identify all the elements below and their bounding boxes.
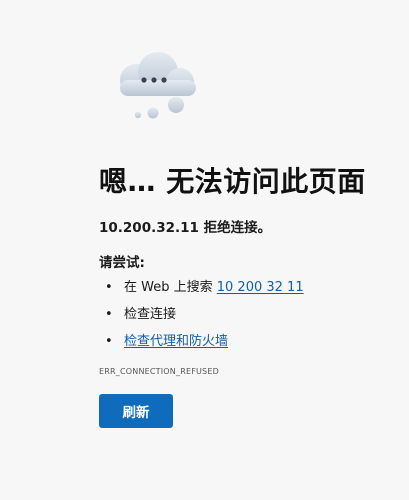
refresh-button[interactable]: 刷新 [99,394,173,428]
check-proxy-firewall-link[interactable]: 检查代理和防火墙 [124,334,228,349]
error-page: 嗯… 无法访问此页面 10.200.32.11 拒绝连接。 请尝试: • 在 W… [0,0,409,500]
sad-cloud-icon [120,52,196,119]
error-reason: 10.200.32.11 拒绝连接。 [99,220,272,236]
suggestion-search-prefix: 在 Web 上搜索 [124,280,217,295]
suggestion-check-proxy: • 检查代理和防火墙 [99,333,304,360]
page-title: 嗯… 无法访问此页面 [99,165,366,198]
suggestion-search-web: • 在 Web 上搜索 10 200 32 11 [99,279,304,306]
bullet: • [105,334,113,349]
error-code: ERR_CONNECTION_REFUSED [99,367,219,376]
try-heading: 请尝试: [99,255,145,271]
bullet: • [105,307,113,322]
search-ip-link[interactable]: 10 200 32 11 [217,280,304,295]
suggestion-check-connection-text: 检查连接 [124,307,177,322]
bullet: • [105,280,113,295]
suggestion-check-connection: • 检查连接 [99,306,304,333]
suggestion-list: • 在 Web 上搜索 10 200 32 11 • 检查连接 • 检查代理和防… [99,279,304,360]
